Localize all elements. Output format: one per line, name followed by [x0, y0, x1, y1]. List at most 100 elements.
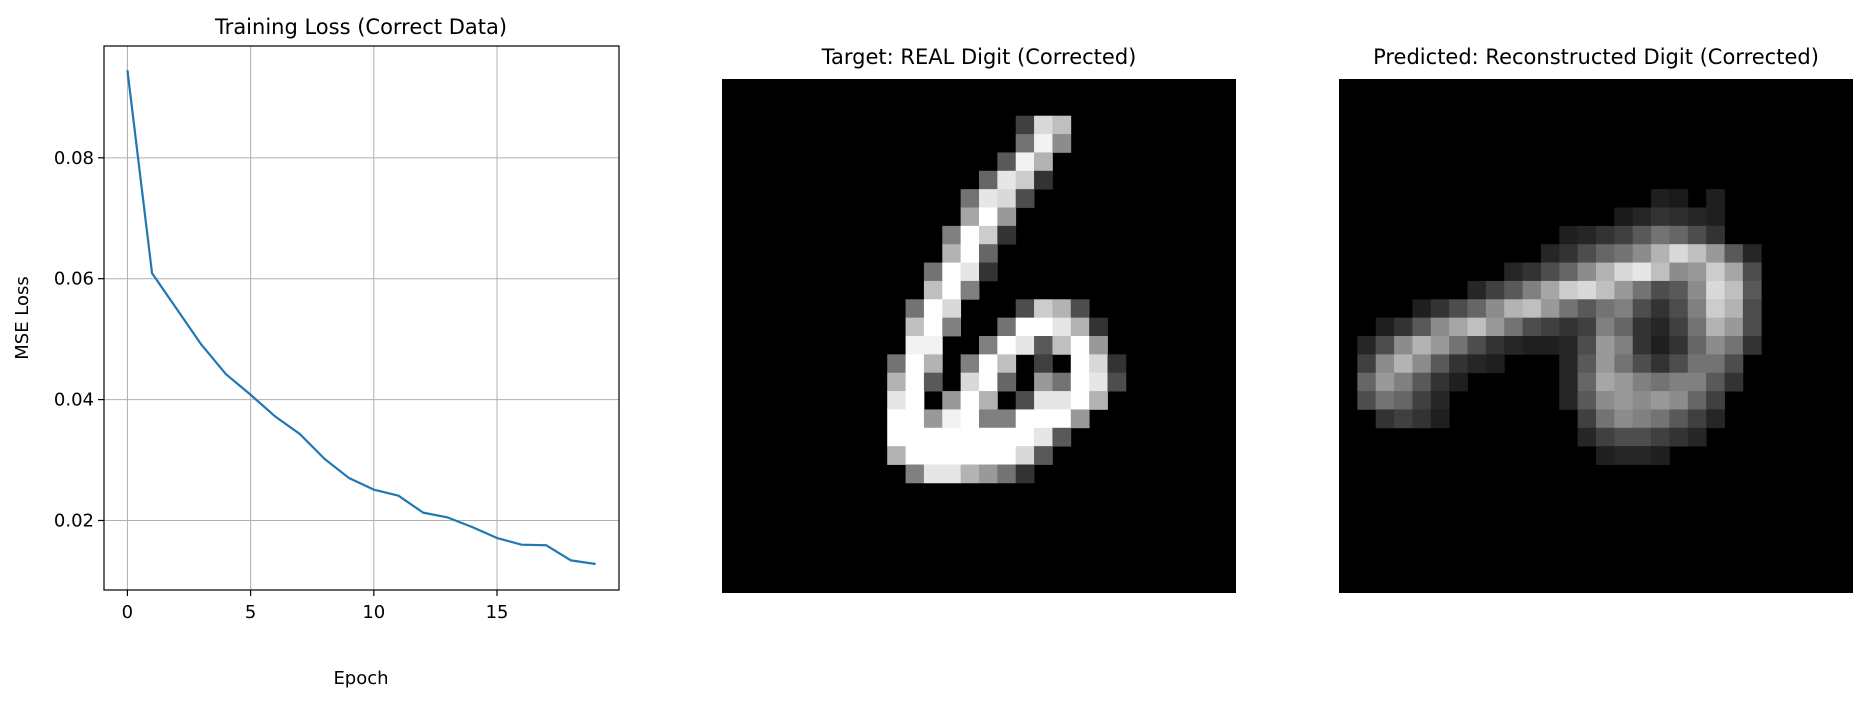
image-pixel	[1596, 336, 1615, 355]
image-pixel	[1596, 299, 1615, 319]
image-pixel	[1052, 372, 1072, 392]
image-pixel	[1430, 336, 1450, 355]
image-pixel	[1540, 262, 1560, 282]
image-pixel	[1687, 372, 1707, 392]
image-pixel	[1632, 262, 1652, 282]
image-pixel	[1577, 391, 1597, 410]
image-pixel	[1651, 427, 1670, 447]
image-pixel	[1614, 317, 1634, 337]
image-pixel	[979, 170, 998, 190]
image-pixel	[960, 354, 980, 374]
image-pixel	[1559, 244, 1579, 263]
image-pixel	[1522, 317, 1542, 337]
image-pixel	[1485, 317, 1505, 337]
image-pixel	[1577, 262, 1597, 282]
image-pixel	[997, 427, 1017, 447]
image-pixel	[1559, 372, 1579, 392]
image-pixel	[1540, 336, 1560, 355]
image-pixel	[1052, 115, 1072, 135]
predicted-image	[1339, 79, 1853, 593]
image-pixel	[1706, 317, 1725, 337]
image-pixel	[1687, 280, 1707, 300]
x-tick-label: 0	[122, 602, 133, 623]
image-pixel	[1706, 409, 1725, 429]
image-pixel	[1412, 409, 1432, 429]
image-pixel	[1394, 317, 1413, 337]
image-pixel	[1375, 409, 1395, 429]
image-pixel	[1559, 391, 1579, 410]
image-pixel	[1485, 354, 1505, 374]
image-pixel	[1651, 372, 1670, 392]
image-pixel	[1052, 317, 1072, 337]
image-pixel	[1394, 354, 1413, 374]
image-pixel	[1412, 317, 1432, 337]
image-pixel	[1034, 372, 1053, 392]
image-pixel	[1070, 409, 1090, 429]
image-pixel	[1394, 336, 1413, 355]
image-pixel	[1467, 336, 1487, 355]
image-pixel	[942, 391, 962, 410]
image-pixel	[887, 427, 906, 447]
image-pixel	[1107, 354, 1127, 374]
image-pixel	[1669, 207, 1689, 227]
image-pixel	[1375, 336, 1395, 355]
image-pixel	[1614, 299, 1634, 319]
image-pixel	[1504, 299, 1523, 319]
image-pixel	[1485, 336, 1505, 355]
image-pixel	[1651, 244, 1670, 263]
image-pixel	[1614, 409, 1634, 429]
image-pixel	[1706, 262, 1725, 282]
image-pixel	[1504, 317, 1523, 337]
image-pixel	[960, 372, 980, 392]
image-pixel	[1632, 299, 1652, 319]
image-pixel	[923, 336, 943, 355]
image-pixel	[1070, 299, 1090, 319]
image-pixel	[1052, 299, 1072, 319]
image-pixel	[1651, 354, 1670, 374]
image-pixel	[905, 354, 925, 374]
image-pixel	[997, 409, 1017, 429]
image-pixel	[1669, 391, 1689, 410]
image-pixel	[1430, 354, 1450, 374]
image-pixel	[1559, 354, 1579, 374]
image-pixel	[1504, 280, 1523, 300]
image-pixel	[1467, 280, 1487, 300]
image-pixel	[1034, 409, 1053, 429]
loss-axes-frame	[103, 45, 620, 591]
y-tick-label: 0.04	[54, 390, 94, 411]
image-pixel	[1107, 372, 1127, 392]
image-pixel	[1034, 354, 1053, 374]
image-pixel	[960, 244, 980, 263]
image-pixel	[960, 207, 980, 227]
loss-chart-title: Training Loss (Correct Data)	[214, 15, 507, 39]
image-pixel	[1614, 354, 1634, 374]
image-pixel	[1375, 372, 1395, 392]
image-pixel	[960, 464, 980, 484]
image-pixel	[997, 372, 1017, 392]
image-pixel	[1632, 372, 1652, 392]
image-pixel	[979, 446, 998, 465]
image-pixel	[1706, 280, 1725, 300]
image-pixel	[1706, 354, 1725, 374]
target-image	[722, 79, 1236, 593]
image-pixel	[1742, 317, 1762, 337]
image-pixel	[1559, 299, 1579, 319]
image-pixel	[923, 464, 943, 484]
image-pixel	[1070, 354, 1090, 374]
image-pixel	[1089, 317, 1108, 337]
image-pixel	[1724, 280, 1744, 300]
image-pixel	[1394, 409, 1413, 429]
image-pixel	[1669, 336, 1689, 355]
image-pixel	[1449, 317, 1468, 337]
image-pixel	[887, 409, 906, 429]
image-pixel	[1651, 262, 1670, 282]
image-pixel	[1015, 446, 1035, 465]
image-pixel	[1089, 372, 1108, 392]
image-pixel	[979, 336, 998, 355]
image-pixel	[1015, 464, 1035, 484]
image-pixel	[1467, 317, 1487, 337]
image-pixel	[1559, 225, 1579, 245]
image-pixel	[887, 391, 906, 410]
image-pixel	[1669, 262, 1689, 282]
image-pixel	[1742, 244, 1762, 263]
